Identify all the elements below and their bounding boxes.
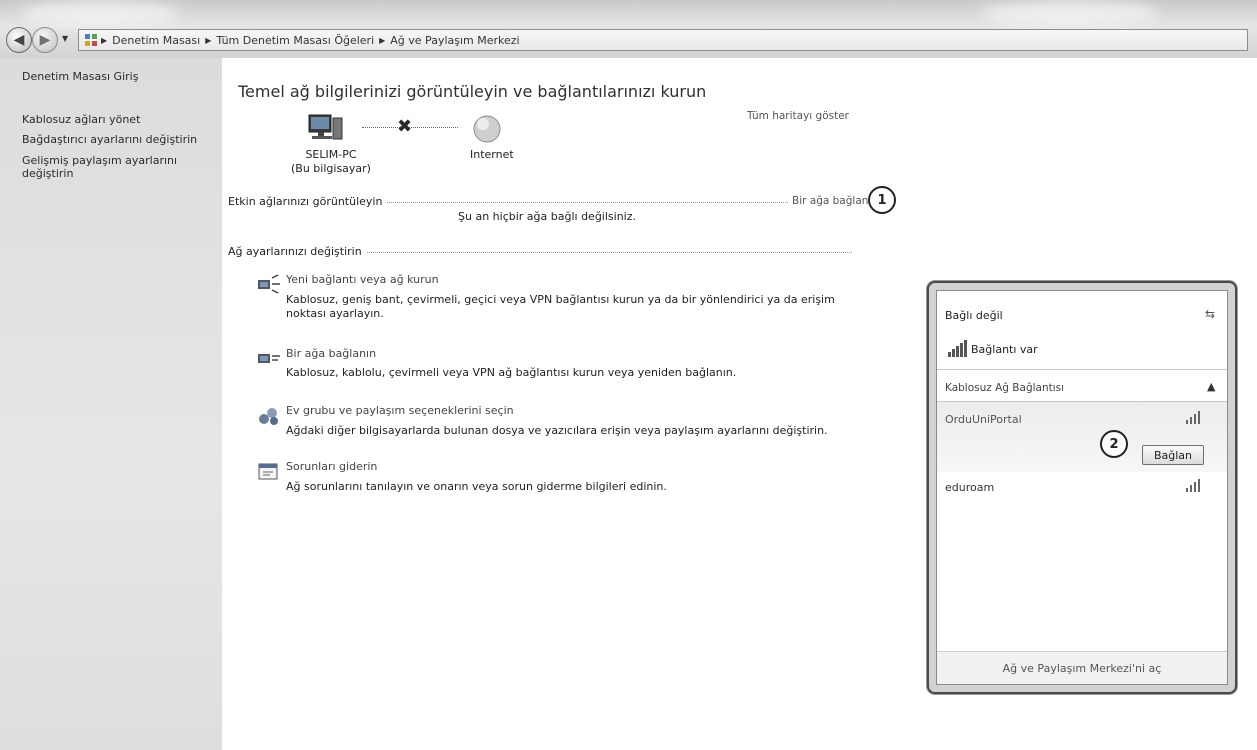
connect-button[interactable]: Bağlan: [1142, 445, 1204, 465]
back-arrow-icon: ◀: [13, 32, 25, 48]
wireless-popup-panel: Bağlı değil ⇆ Bağlantı var Kablosuz Ağ B…: [936, 290, 1228, 685]
sidebar-item-adapter-settings[interactable]: Bağdaştırıcı ayarlarını değiştirin: [22, 133, 197, 147]
breadcrumb-separator-icon: ▶: [379, 35, 386, 45]
sidebar-item-advanced-sharing[interactable]: Gelişmiş paylaşım ayarlarını: [22, 154, 177, 168]
computer-label: SELIM-PC (Bu bilgisayar): [291, 148, 371, 175]
signal-full-icon: [1185, 477, 1205, 496]
active-networks-heading: Etkin ağlarınızı görüntüleyin: [228, 195, 387, 208]
wireless-section-header[interactable]: Kablosuz Ağ Bağlantısı: [945, 382, 1064, 394]
annotation-step-2: 2: [1100, 430, 1128, 458]
task-setup-connection-desc: Kablosuz, geniş bant, çevirmeli, geçici …: [286, 293, 835, 320]
history-dropdown-icon[interactable]: ▼: [62, 34, 68, 43]
connect-to-network-link[interactable]: Bir ağa bağlan: [788, 195, 869, 207]
popup-footer: Ağ ve Paylaşım Merkezi'ni aç: [937, 651, 1227, 684]
wireless-networks-popup: Bağlı değil ⇆ Bağlantı var Kablosuz Ağ B…: [927, 281, 1237, 694]
control-panel-icon: [85, 34, 97, 46]
disconnected-x-icon: ✖: [397, 116, 413, 137]
signal-full-icon: [1185, 409, 1205, 428]
task-homegroup-desc: Ağdaki diğer bilgisayarlarda bulunan dos…: [286, 424, 828, 437]
connection-status: Bağlı değil: [945, 309, 1003, 322]
task-homegroup-link[interactable]: Ev grubu ve paylaşım seçeneklerini seçin: [286, 404, 514, 417]
back-button[interactable]: ◀: [6, 27, 32, 53]
network-name[interactable]: eduroam: [945, 481, 994, 494]
task-connect-network-desc: Kablosuz, kablolu, çevirmeli veya VPN ağ…: [286, 366, 737, 379]
task-connect-network-link[interactable]: Bir ağa bağlanın: [286, 347, 376, 360]
troubleshoot-icon: [256, 461, 282, 483]
divider: [937, 369, 1227, 370]
chevron-up-icon[interactable]: ▲: [1207, 380, 1215, 393]
sidebar-item-advanced-sharing-line2[interactable]: değiştirin: [22, 167, 73, 181]
window-titlebar: ◀ ▶ ▼ ▶ Denetim Masası ▶ Tüm Denetim Mas…: [0, 0, 1257, 58]
computer-icon: [305, 113, 345, 146]
address-bar[interactable]: ▶ Denetim Masası ▶ Tüm Denetim Masası Öğ…: [78, 29, 1248, 51]
show-full-map-link[interactable]: Tüm haritayı göster: [747, 110, 849, 122]
refresh-networks-icon[interactable]: ⇆: [1205, 307, 1215, 321]
forward-button[interactable]: ▶: [32, 27, 58, 53]
forward-arrow-icon: ▶: [39, 32, 51, 48]
breadcrumb-separator-icon: ▶: [205, 35, 212, 45]
breadcrumb-item[interactable]: Denetim Masası: [112, 34, 200, 47]
internet-globe-icon: [472, 114, 502, 147]
breadcrumb-separator-icon: ▶: [101, 35, 108, 45]
not-connected-text: Şu an hiçbir ağa bağlı değilsiniz.: [458, 210, 636, 223]
change-settings-heading: Ağ ayarlarınızı değiştirin: [228, 245, 366, 258]
annotation-step-1: 1: [868, 186, 896, 214]
signal-bars-icon: [947, 338, 969, 361]
sidebar-item-control-panel-home[interactable]: Denetim Masası Giriş: [22, 70, 138, 84]
breadcrumb-item[interactable]: Ağ ve Paylaşım Merkezi: [390, 34, 519, 47]
task-troubleshoot-desc: Ağ sorunlarını tanılayın ve onarın veya …: [286, 480, 667, 493]
sidebar: Denetim Masası Giriş Kablosuz ağları yön…: [0, 58, 222, 750]
page-title: Temel ağ bilgilerinizi görüntüleyin ve b…: [238, 82, 707, 101]
network-name[interactable]: OrduUniPortal: [945, 413, 1022, 426]
breadcrumb-item[interactable]: Tüm Denetim Masası Öğeleri: [216, 34, 374, 47]
open-network-center-link[interactable]: Ağ ve Paylaşım Merkezi'ni aç: [937, 662, 1227, 675]
connect-network-icon: [256, 348, 282, 370]
homegroup-icon: [256, 405, 282, 427]
task-troubleshoot-link[interactable]: Sorunları giderin: [286, 460, 377, 473]
internet-label: Internet: [470, 148, 514, 161]
sidebar-item-manage-wireless[interactable]: Kablosuz ağları yönet: [22, 113, 140, 127]
task-setup-connection-link[interactable]: Yeni bağlantı veya ağ kurun: [286, 273, 439, 286]
connections-available-text: Bağlantı var: [971, 343, 1038, 356]
network-setup-icon: [256, 274, 282, 296]
